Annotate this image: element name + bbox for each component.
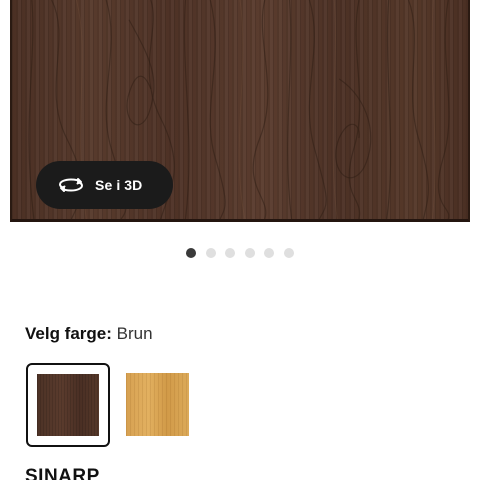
color-swatch-oak[interactable] bbox=[126, 373, 189, 436]
pagination-dot-3[interactable] bbox=[225, 248, 235, 258]
view-3d-button[interactable]: Se i 3D bbox=[36, 161, 173, 209]
product-page: Se i 3D Velg farge: Brun SINARP bbox=[0, 0, 480, 480]
view-3d-label: Se i 3D bbox=[95, 177, 143, 193]
color-selection-heading: Velg farge: Brun bbox=[25, 324, 153, 344]
image-pagination bbox=[186, 248, 294, 258]
product-image[interactable]: Se i 3D bbox=[10, 0, 470, 222]
pagination-dot-2[interactable] bbox=[205, 248, 216, 258]
color-selected-value: Brun bbox=[116, 324, 153, 343]
rotate-3d-icon bbox=[58, 175, 84, 195]
pagination-dot-1[interactable] bbox=[186, 248, 196, 258]
color-label: Velg farge: bbox=[25, 324, 112, 343]
product-name: SINARP bbox=[25, 466, 100, 480]
color-swatch-brown[interactable] bbox=[26, 363, 110, 447]
color-swatch-brown-fill bbox=[37, 374, 99, 436]
pagination-dot-4[interactable] bbox=[244, 248, 255, 258]
pagination-dot-5[interactable] bbox=[264, 248, 274, 258]
pagination-dot-6[interactable] bbox=[283, 248, 294, 258]
